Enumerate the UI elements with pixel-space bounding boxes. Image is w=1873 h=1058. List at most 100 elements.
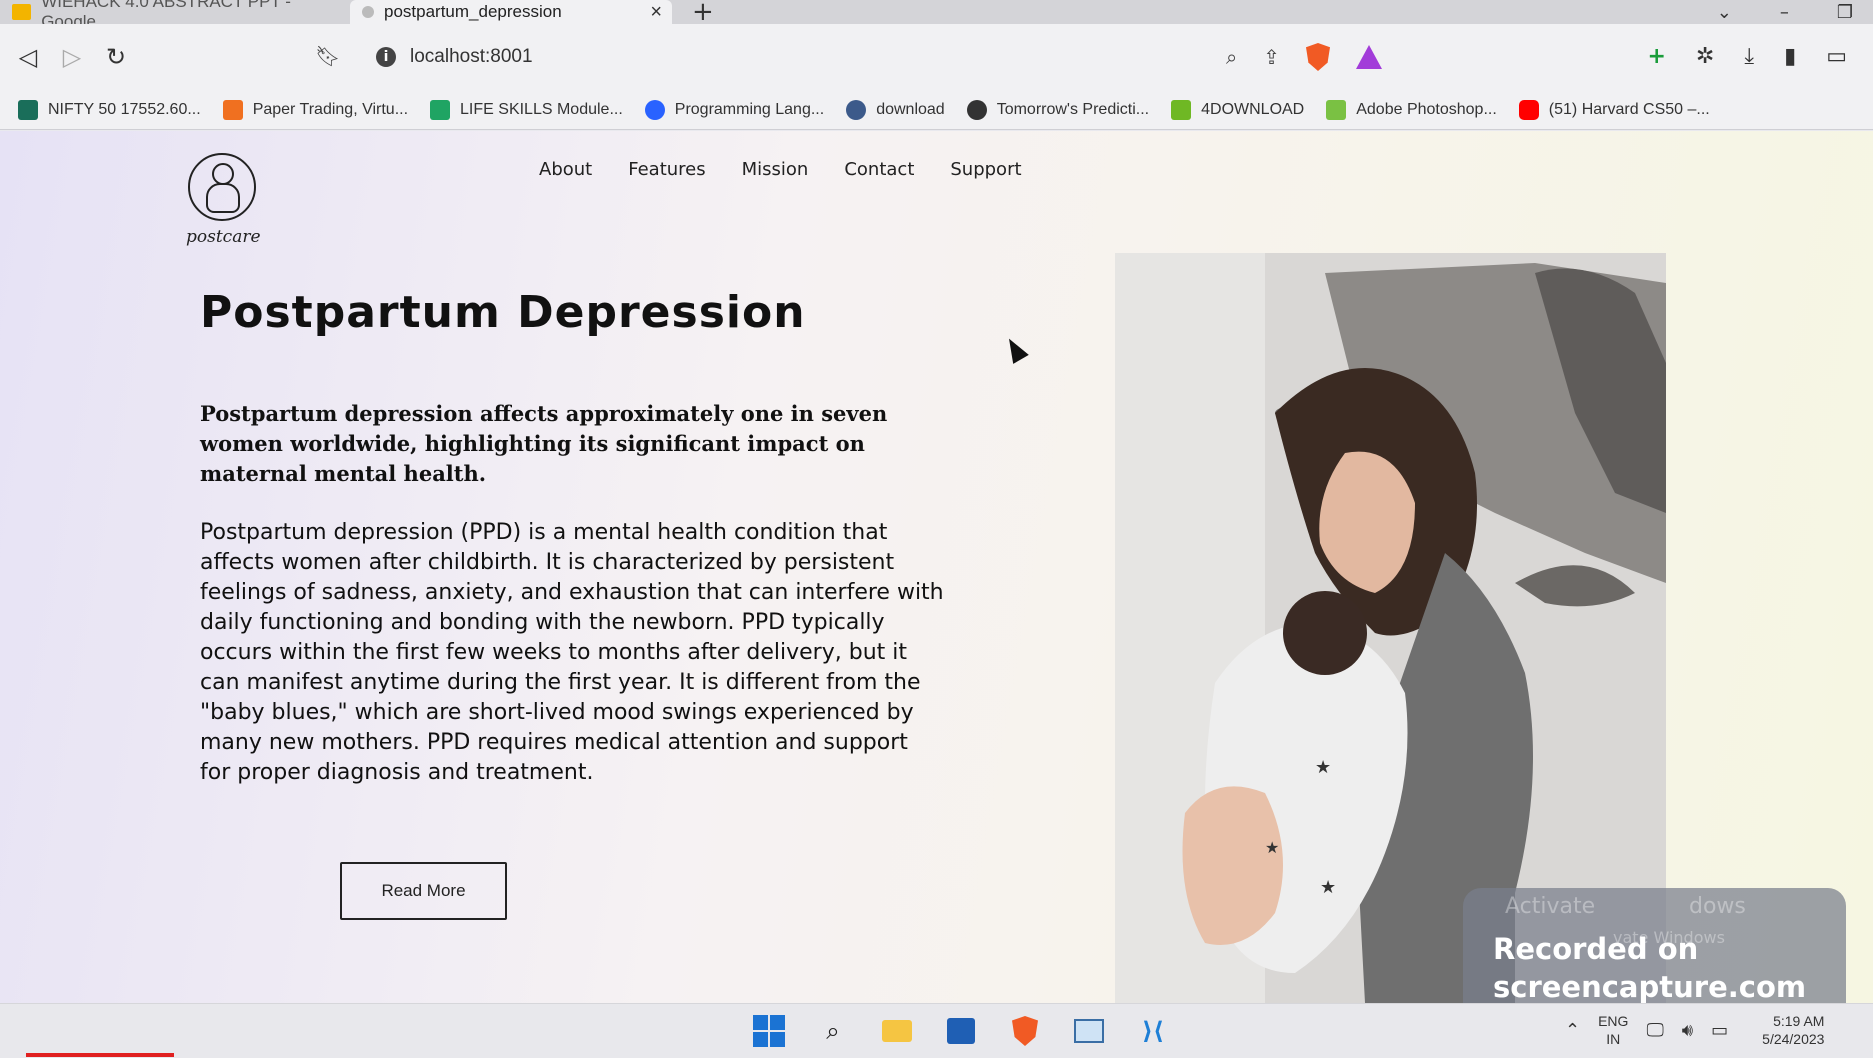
bookmark-item[interactable]: Programming Lang... [644,99,825,120]
back-icon[interactable]: ◁ [6,43,50,71]
close-icon[interactable]: × [650,1,662,24]
site-logo[interactable]: postcare [186,153,261,247]
nav-support[interactable]: Support [950,159,1021,180]
svg-text:★: ★ [1315,757,1331,778]
download-arrow-icon [1171,99,1192,120]
mouse-cursor-icon [1001,334,1029,364]
page-title: Postpartum Depression [200,287,806,338]
brave-shield-icon[interactable] [1306,43,1330,71]
bookmark-item[interactable]: download [846,99,945,120]
nav-contact[interactable]: Contact [844,159,914,180]
lead-paragraph: Postpartum depression affects approximat… [200,401,888,486]
bookmark-item[interactable]: NIFTY 50 17552.60... [18,99,201,120]
sidebar-icon[interactable]: ▮ [1784,44,1796,69]
activate-windows-suffix: dows [1689,894,1746,919]
taskbar-apps: ⌕ ⟩⟨ [752,1014,1170,1048]
clock-date: 5/24/2023 [1762,1031,1825,1047]
file-explorer-icon[interactable] [880,1014,914,1048]
nav-mission[interactable]: Mission [742,159,809,180]
battery-icon[interactable]: ▭ [1711,1020,1728,1041]
bookmark-favicon-icon [1326,99,1347,120]
rewards-icon[interactable] [1356,45,1382,69]
bookmark-item[interactable]: Adobe Photoshop... [1326,99,1497,120]
watermark-line-2: screencapture.com [1493,970,1807,1003]
main-nav: About Features Mission Contact Support [539,159,1022,180]
share-icon[interactable]: ⇪ [1263,45,1280,69]
bookmark-icon[interactable]: 🔖︎ [315,44,340,68]
download-icon[interactable]: ⤓ [1744,44,1754,69]
reload-icon[interactable]: ↻ [94,43,138,71]
bookmark-favicon-icon [222,99,243,120]
brave-browser-icon[interactable] [1008,1014,1042,1048]
bookmark-favicon-icon [18,99,38,120]
youtube-icon [1518,99,1539,120]
activate-windows-text: Activate [1505,894,1596,919]
mother-baby-icon [188,153,256,221]
volume-icon[interactable]: 🔊︎ [1682,1020,1693,1041]
read-more-button[interactable]: Read More [340,862,507,920]
tab-wiehack[interactable]: WIEHACK 4.0 ABSTRACT PPT - Google [0,0,350,31]
bookmark-item[interactable]: 4DOWNLOAD [1171,99,1305,120]
browser-toolbar: ◁ ▷ ↻ 🔖︎ i localhost:8001 ⌕ ⇪ + ✲ ⤓ ▮ ▭ [0,24,1873,90]
plus-icon[interactable]: + [1647,44,1665,69]
info-icon[interactable]: i [376,47,396,67]
svg-text:★: ★ [1265,838,1279,857]
bookmark-item[interactable]: Paper Trading, Virtu... [222,99,409,120]
bookmarks-bar: NIFTY 50 17552.60... Paper Trading, Virt… [0,90,1873,130]
bookmark-label: 4DOWNLOAD [1201,100,1305,118]
video-progress-bar [26,1053,174,1057]
bookmark-label: NIFTY 50 17552.60... [48,100,201,118]
clock[interactable]: 5:19 AM 5/24/2023 [1762,1012,1824,1048]
url-text[interactable]: localhost:8001 [410,46,533,68]
clock-time: 5:19 AM [1773,1013,1825,1029]
chevron-up-icon[interactable]: ⌃ [1565,1020,1580,1041]
zoom-icon[interactable]: ⌕ [1226,45,1237,69]
bookmark-label: Paper Trading, Virtu... [252,100,409,118]
wallet-icon[interactable]: ▭ [1826,44,1847,69]
tab-search-icon[interactable]: ⌄ [1717,2,1732,23]
search-icon[interactable]: ⌕ [816,1014,850,1048]
resource-monitor-icon[interactable] [1072,1014,1106,1048]
logo-text: postcare [186,227,261,247]
bookmark-label: Tomorrow's Predicti... [996,100,1150,118]
bookmark-label: Adobe Photoshop... [1356,100,1497,118]
bookmark-item[interactable]: LIFE SKILLS Module... [430,99,623,120]
language-code: ENG [1598,1013,1629,1029]
vscode-icon[interactable]: ⟩⟨ [1136,1014,1170,1048]
bookmark-favicon-icon [644,99,665,120]
bookmark-favicon-icon [846,99,867,120]
address-bar[interactable]: i localhost:8001 ⌕ ⇪ [362,34,1382,80]
svg-text:★: ★ [1320,877,1336,898]
tab-title: postpartum_depression [384,2,562,21]
tab-postpartum[interactable]: postpartum_depression × [350,0,672,24]
tab-strip: WIEHACK 4.0 ABSTRACT PPT - Google postpa… [0,0,1873,31]
network-icon[interactable]: 🖵︎ [1646,1020,1663,1041]
recording-watermark: Activate dows vate Windows Recorded on s… [1463,888,1846,1003]
windows-taskbar: ⌕ ⟩⟨ ⌃ ENG IN 🖵︎ 🔊︎ ▭ 5:19 AM 5/24/2023 [0,1003,1873,1058]
bookmark-label: download [876,100,945,118]
globe-icon [966,99,987,120]
watermark-line-1: Recorded on [1493,932,1699,966]
nav-features[interactable]: Features [628,159,705,180]
page-icon [362,6,374,18]
window-controls: ⌄ – ❐ [1717,0,1853,24]
bookmark-item[interactable]: (51) Harvard CS50 –... [1518,99,1710,120]
minimize-icon[interactable]: – [1780,2,1789,23]
forward-icon[interactable]: ▷ [50,43,94,71]
bookmark-label: (51) Harvard CS50 –... [1548,100,1710,118]
web-page: postcare About Features Mission Contact … [0,131,1873,1003]
address-bar-actions: ⌕ ⇪ [1226,34,1382,80]
new-tab-button[interactable]: + [692,0,714,27]
extensions-icon[interactable]: ✲ [1696,44,1714,69]
slides-icon [12,4,32,20]
store-icon[interactable] [944,1014,978,1048]
nav-about[interactable]: About [539,159,592,180]
start-icon[interactable] [752,1014,786,1048]
body-paragraph: Postpartum depression (PPD) is a mental … [200,520,944,785]
system-tray: ⌃ ENG IN 🖵︎ 🔊︎ ▭ 5:19 AM 5/24/2023 [1565,1012,1824,1048]
extension-icons: + ✲ ⤓ ▮ ▭ [1647,44,1847,69]
bookmark-item[interactable]: Tomorrow's Predicti... [966,99,1150,120]
bookmark-label: Programming Lang... [674,100,825,118]
restore-icon[interactable]: ❐ [1837,2,1853,23]
language-indicator[interactable]: ENG IN [1598,1012,1628,1048]
